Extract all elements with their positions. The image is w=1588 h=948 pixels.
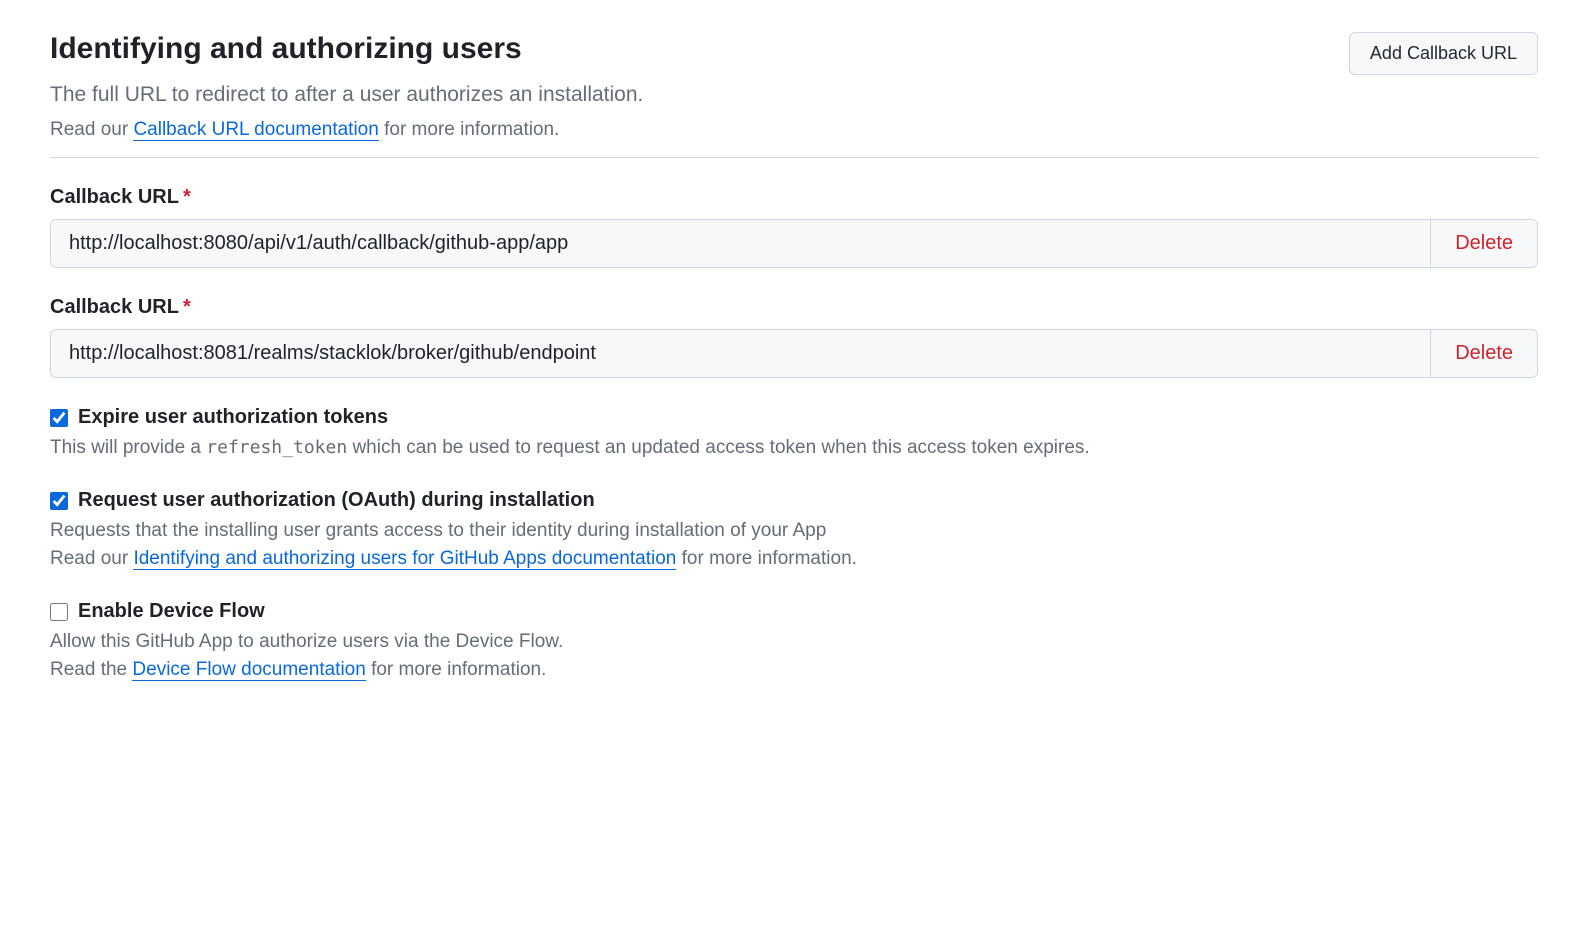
- callback-url-input[interactable]: [51, 220, 1430, 267]
- desc-suffix: for more information.: [366, 659, 547, 680]
- callback-url-input[interactable]: [51, 330, 1430, 377]
- desc-suffix: for more information.: [676, 548, 857, 569]
- required-asterisk: *: [183, 186, 191, 208]
- identifying-authorizing-docs-link[interactable]: Identifying and authorizing users for Gi…: [133, 548, 676, 570]
- refresh-token-code: refresh_token: [206, 437, 347, 458]
- request-oauth-description-1: Requests that the installing user grants…: [50, 520, 1538, 542]
- callback-url-field-1: Callback URL* Delete: [50, 296, 1538, 378]
- expire-tokens-checkbox[interactable]: [50, 409, 68, 427]
- callback-url-label: Callback URL*: [50, 296, 1538, 319]
- callback-url-field-0: Callback URL* Delete: [50, 186, 1538, 268]
- delete-callback-button[interactable]: Delete: [1430, 220, 1537, 267]
- section-divider: [50, 157, 1538, 158]
- label-text: Callback URL: [50, 296, 179, 318]
- expire-tokens-section: Expire user authorization tokens This wi…: [50, 406, 1538, 459]
- device-flow-description-2: Read the Device Flow documentation for m…: [50, 659, 1538, 681]
- expire-tokens-label[interactable]: Expire user authorization tokens: [78, 406, 388, 429]
- request-oauth-description-2: Read our Identifying and authorizing use…: [50, 548, 1538, 570]
- callback-url-label: Callback URL*: [50, 186, 1538, 209]
- device-flow-label[interactable]: Enable Device Flow: [78, 600, 265, 623]
- helper-suffix: for more information.: [379, 119, 560, 140]
- add-callback-url-button[interactable]: Add Callback URL: [1349, 32, 1538, 75]
- section-helper-text: Read our Callback URL documentation for …: [50, 119, 1538, 141]
- request-oauth-label[interactable]: Request user authorization (OAuth) durin…: [78, 489, 595, 512]
- helper-prefix: Read our: [50, 119, 133, 140]
- desc-prefix: This will provide a: [50, 437, 206, 458]
- delete-callback-button[interactable]: Delete: [1430, 330, 1537, 377]
- device-flow-section: Enable Device Flow Allow this GitHub App…: [50, 600, 1538, 681]
- request-oauth-checkbox[interactable]: [50, 492, 68, 510]
- section-subtitle: The full URL to redirect to after a user…: [50, 83, 1538, 107]
- label-text: Callback URL: [50, 186, 179, 208]
- callback-url-docs-link[interactable]: Callback URL documentation: [133, 119, 378, 141]
- desc-prefix: Read the: [50, 659, 132, 680]
- desc-suffix: which can be used to request an updated …: [347, 437, 1090, 458]
- request-oauth-section: Request user authorization (OAuth) durin…: [50, 489, 1538, 570]
- required-asterisk: *: [183, 296, 191, 318]
- section-title: Identifying and authorizing users: [50, 32, 522, 66]
- device-flow-checkbox[interactable]: [50, 603, 68, 621]
- desc-prefix: Read our: [50, 548, 133, 569]
- expire-tokens-description: This will provide a refresh_token which …: [50, 437, 1538, 459]
- device-flow-description-1: Allow this GitHub App to authorize users…: [50, 631, 1538, 653]
- device-flow-docs-link[interactable]: Device Flow documentation: [132, 659, 365, 681]
